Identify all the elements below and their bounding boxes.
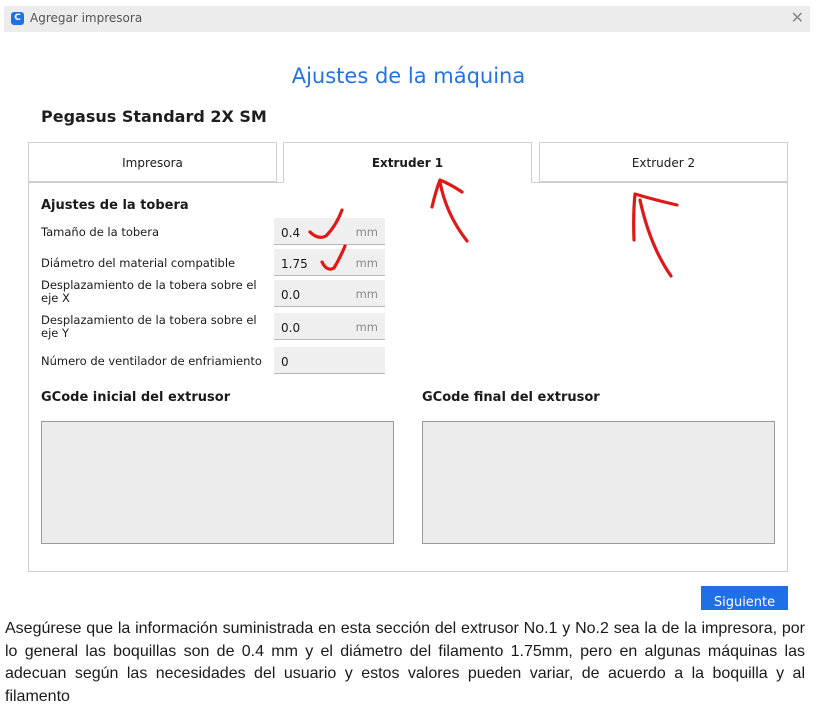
window-title: Agregar impresora — [30, 11, 143, 25]
nozzle-size-input[interactable]: 0.4 mm — [274, 218, 385, 245]
nozzle-offset-y-unit: mm — [355, 320, 378, 334]
nozzle-offset-x-label: Desplazamiento de la tobera sobre el eje… — [41, 278, 257, 305]
material-diameter-unit: mm — [355, 256, 378, 270]
cooling-fan-number-input[interactable]: 0 — [274, 347, 385, 374]
nozzle-settings-title: Ajustes de la tobera — [41, 198, 189, 213]
tab-impresora[interactable]: Impresora — [28, 142, 277, 182]
end-gcode-title: GCode final del extrusor — [422, 390, 600, 405]
nozzle-size-unit: mm — [355, 225, 378, 239]
caption-text: Asegúrese que la información suministrad… — [5, 620, 805, 705]
machine-name: Pegasus Standard 2X SM — [41, 107, 267, 126]
start-gcode-title: GCode inicial del extrusor — [41, 390, 231, 405]
cooling-fan-number-value: 0 — [281, 355, 289, 369]
panel-divider — [531, 182, 788, 183]
nozzle-offset-y-value: 0.0 — [281, 321, 301, 335]
nozzle-size-label: Tamaño de la tobera — [41, 225, 160, 239]
next-button[interactable]: Siguiente — [701, 586, 788, 610]
nozzle-offset-x-input[interactable]: 0.0 mm — [274, 280, 385, 307]
nozzle-offset-y-label: Desplazamiento de la tobera sobre el eje… — [41, 313, 257, 340]
window-titlebar: C Agregar impresora ✕ — [4, 6, 810, 32]
page-title: Ajustes de la máquina — [291, 64, 526, 88]
close-icon[interactable]: ✕ — [791, 8, 804, 27]
material-diameter-value: 1.75 — [281, 257, 308, 271]
nozzle-size-value: 0.4 — [281, 226, 301, 240]
cooling-fan-number-label: Número de ventilador de enfriamiento — [41, 354, 262, 368]
material-diameter-input[interactable]: 1.75 mm — [274, 249, 385, 276]
tab-extruder-1[interactable]: Extruder 1 — [283, 142, 532, 184]
end-gcode-textarea[interactable] — [422, 421, 775, 544]
nozzle-offset-x-value: 0.0 — [281, 288, 301, 302]
panel-divider — [28, 182, 284, 183]
app-logo-icon: C — [11, 12, 24, 25]
nozzle-offset-x-unit: mm — [355, 287, 378, 301]
start-gcode-textarea[interactable] — [41, 421, 394, 544]
material-diameter-label: Diámetro del material compatible — [41, 256, 236, 270]
nozzle-offset-y-input[interactable]: 0.0 mm — [274, 313, 385, 340]
tab-extruder-2[interactable]: Extruder 2 — [539, 142, 788, 182]
